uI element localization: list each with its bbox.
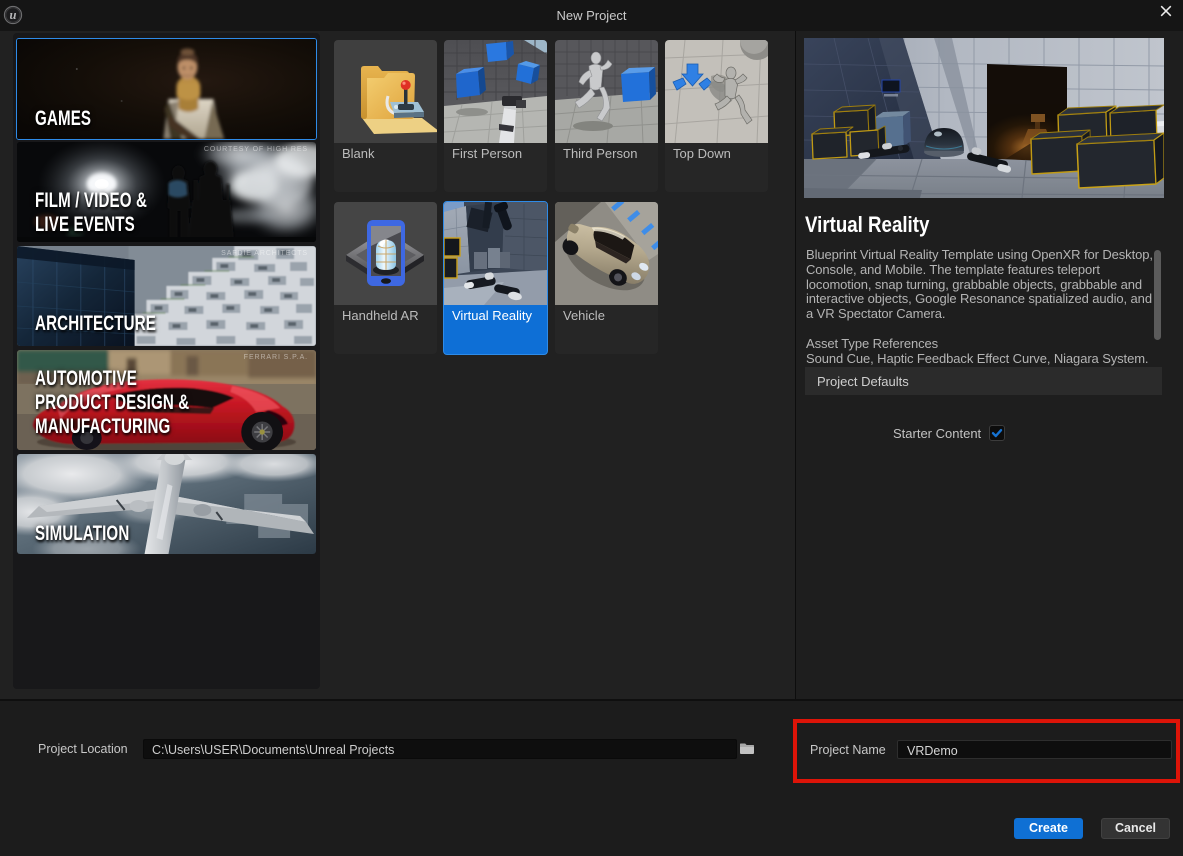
- svg-text:u: u: [10, 8, 17, 22]
